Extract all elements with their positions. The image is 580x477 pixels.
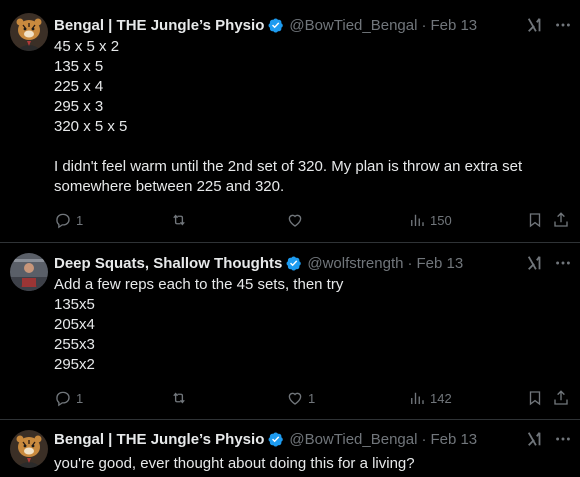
bookmark-icon: [529, 391, 541, 406]
reply-button[interactable]: 1: [54, 387, 83, 409]
tweet-text-line: somewhere between 225 and 320.: [54, 178, 285, 195]
more-dots-icon[interactable]: [554, 16, 572, 34]
grok-icon[interactable]: [526, 430, 544, 448]
separator-dot: ·: [421, 16, 427, 34]
views-button[interactable]: 150: [408, 209, 452, 231]
share-button[interactable]: [552, 387, 570, 409]
reply-icon: [56, 213, 70, 229]
like-heart-icon: [288, 214, 302, 227]
tweet-date[interactable]: Feb 13: [430, 17, 477, 34]
reply-count: 1: [76, 390, 84, 406]
tweet-date[interactable]: Feb 13: [430, 431, 477, 448]
views-chart-icon: [411, 392, 424, 404]
display-name[interactable]: Bengal | THE Jungle’s Physio: [54, 17, 264, 34]
like-heart-icon: [288, 392, 302, 405]
share-icon: [554, 390, 568, 405]
tweet-text-line: I didn't feel warm until the 2nd set of …: [54, 158, 523, 175]
like-button[interactable]: 1: [286, 387, 315, 409]
tweet[interactable]: Deep Squats, Shallow Thoughts @wolfstren…: [0, 243, 580, 420]
like-count: 1: [308, 390, 316, 406]
tweet-text-line: 135 x 5: [54, 58, 104, 75]
tweet-actions: 1 1 142: [54, 387, 572, 409]
verified-badge-icon: [268, 17, 284, 33]
reply-icon: [56, 391, 70, 407]
tweet-text-line: 135x5: [54, 296, 95, 313]
tweet-text-line: 255x3: [54, 336, 95, 353]
tweet-header: Deep Squats, Shallow Thoughts @wolfstren…: [54, 252, 510, 274]
display-name[interactable]: Bengal | THE Jungle’s Physio: [54, 431, 264, 448]
tweet-date[interactable]: Feb 13: [416, 255, 463, 272]
tweet-text: 45 x 5 x 2 135 x 5 225 x 4 295 x 3 320 x…: [54, 37, 560, 197]
tweet[interactable]: Bengal | THE Jungle’s Physio @BowTied_Be…: [0, 420, 580, 477]
share-button[interactable]: [552, 209, 570, 231]
reply-button[interactable]: 1: [54, 209, 83, 231]
views-button[interactable]: 142: [408, 387, 452, 409]
handle[interactable]: @wolfstrength: [307, 255, 403, 272]
tweet-text: Add a few reps each to the 45 sets, then…: [54, 275, 560, 375]
view-count: 142: [430, 390, 452, 406]
tweet-header: Bengal | THE Jungle’s Physio @BowTied_Be…: [54, 14, 510, 36]
reply-count: 1: [76, 212, 84, 228]
bookmark-button[interactable]: [526, 387, 544, 409]
retweet-button[interactable]: [170, 209, 192, 231]
tweet[interactable]: Bengal | THE Jungle’s Physio @BowTied_Be…: [0, 0, 580, 243]
avatar[interactable]: [10, 253, 48, 291]
tweet-text-line: you're good, ever thought about doing th…: [54, 455, 415, 472]
verified-badge-icon: [268, 431, 284, 447]
handle[interactable]: @BowTied_Bengal: [289, 431, 417, 448]
separator-dot: ·: [407, 254, 413, 272]
tweet-actions: 1 150: [54, 209, 572, 231]
tweet-text-line: 295 x 3: [54, 98, 104, 115]
share-icon: [554, 212, 568, 227]
grok-icon[interactable]: [526, 254, 544, 272]
grok-icon[interactable]: [526, 16, 544, 34]
bookmark-icon: [529, 213, 541, 228]
verified-badge-icon: [286, 255, 302, 271]
tweet-text-line: 225 x 4: [54, 78, 104, 95]
tweet-text: you're good, ever thought about doing th…: [54, 454, 560, 474]
retweet-icon: [173, 214, 185, 226]
avatar[interactable]: [10, 430, 48, 468]
retweet-icon: [173, 392, 185, 404]
retweet-button[interactable]: [170, 387, 192, 409]
more-dots-icon[interactable]: [554, 430, 572, 448]
handle[interactable]: @BowTied_Bengal: [289, 17, 417, 34]
bookmark-button[interactable]: [526, 209, 544, 231]
tweet-text-line: 295x2: [54, 356, 95, 373]
separator-dot: ·: [421, 430, 427, 448]
tweet-text-line: Add a few reps each to the 45 sets, then…: [54, 276, 344, 293]
display-name[interactable]: Deep Squats, Shallow Thoughts: [54, 255, 282, 272]
tweet-text-line: 320 x 5 x 5: [54, 118, 128, 135]
like-button[interactable]: [286, 209, 308, 231]
tweet-text-line: [54, 137, 560, 157]
avatar[interactable]: [10, 13, 48, 51]
tweet-header: Bengal | THE Jungle’s Physio @BowTied_Be…: [54, 428, 510, 450]
view-count: 150: [430, 212, 452, 228]
tweet-text-line: 45 x 5 x 2: [54, 38, 120, 55]
more-dots-icon[interactable]: [554, 254, 572, 272]
views-chart-icon: [411, 214, 424, 226]
tweet-text-line: 205x4: [54, 316, 95, 333]
